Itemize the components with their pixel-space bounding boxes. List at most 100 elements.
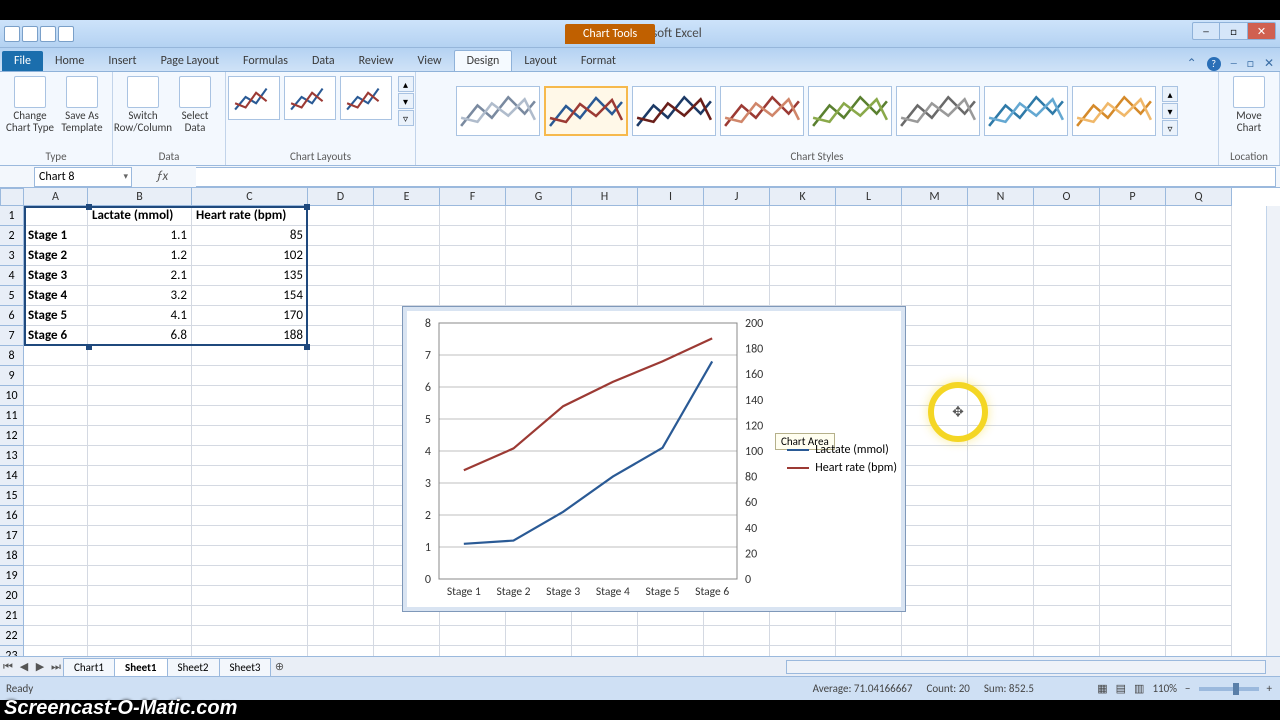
row-header-3[interactable]: 3 [0, 246, 24, 266]
cell-M8[interactable] [902, 346, 968, 366]
cell-Q4[interactable] [1166, 266, 1232, 286]
tab-design[interactable]: Design [454, 50, 513, 71]
cell-Q18[interactable] [1166, 546, 1232, 566]
cell-O11[interactable] [1034, 406, 1100, 426]
cell-J5[interactable] [704, 286, 770, 306]
cell-C4[interactable]: 135 [192, 266, 308, 286]
cell-H3[interactable] [572, 246, 638, 266]
worksheet-grid[interactable]: ABCDEFGHIJKLMNOPQ 1234567891011121314151… [0, 188, 1280, 676]
fx-icon[interactable]: ƒx [156, 169, 170, 184]
cell-N13[interactable] [968, 446, 1034, 466]
cell-P19[interactable] [1100, 566, 1166, 586]
row-header-14[interactable]: 14 [0, 466, 24, 486]
cell-C5[interactable]: 154 [192, 286, 308, 306]
select-data-button[interactable]: Select Data [171, 76, 219, 134]
workbook-minimize-icon[interactable]: ─ [1231, 57, 1237, 71]
sheet-nav-prev[interactable]: ◀ [16, 659, 32, 675]
cell-C20[interactable] [192, 586, 308, 606]
cell-Q17[interactable] [1166, 526, 1232, 546]
cell-K1[interactable] [770, 206, 836, 226]
cell-O16[interactable] [1034, 506, 1100, 526]
cell-N2[interactable] [968, 226, 1034, 246]
view-page-layout-icon[interactable]: ▤ [1116, 682, 1126, 695]
cell-N7[interactable] [968, 326, 1034, 346]
cell-P9[interactable] [1100, 366, 1166, 386]
cell-M5[interactable] [902, 286, 968, 306]
row-header-20[interactable]: 20 [0, 586, 24, 606]
cell-Q13[interactable] [1166, 446, 1232, 466]
cell-M13[interactable] [902, 446, 968, 466]
cell-B15[interactable] [88, 486, 192, 506]
tab-layout[interactable]: Layout [512, 51, 569, 71]
cell-P6[interactable] [1100, 306, 1166, 326]
cell-P3[interactable] [1100, 246, 1166, 266]
cell-B18[interactable] [88, 546, 192, 566]
cell-A8[interactable] [24, 346, 88, 366]
cell-D4[interactable] [308, 266, 374, 286]
select-all-corner[interactable] [0, 188, 24, 206]
switch-row-column-button[interactable]: Switch Row/Column [119, 76, 167, 134]
cell-L5[interactable] [836, 286, 902, 306]
cell-A4[interactable]: Stage 3 [24, 266, 88, 286]
cell-G22[interactable] [506, 626, 572, 646]
cell-A17[interactable] [24, 526, 88, 546]
tab-view[interactable]: View [406, 51, 454, 71]
tab-format[interactable]: Format [569, 51, 628, 71]
cell-D8[interactable] [308, 346, 374, 366]
tab-formulas[interactable]: Formulas [231, 51, 300, 71]
horizontal-scrollbar[interactable] [786, 660, 1266, 674]
column-header-B[interactable]: B [88, 188, 192, 206]
cell-K22[interactable] [770, 626, 836, 646]
cell-D13[interactable] [308, 446, 374, 466]
cell-O1[interactable] [1034, 206, 1100, 226]
cell-A22[interactable] [24, 626, 88, 646]
row-header-7[interactable]: 7 [0, 326, 24, 346]
row-header-2[interactable]: 2 [0, 226, 24, 246]
cell-H2[interactable] [572, 226, 638, 246]
cell-J2[interactable] [704, 226, 770, 246]
cell-P12[interactable] [1100, 426, 1166, 446]
column-header-H[interactable]: H [572, 188, 638, 206]
cell-D10[interactable] [308, 386, 374, 406]
cell-D7[interactable] [308, 326, 374, 346]
cell-Q7[interactable] [1166, 326, 1232, 346]
cell-N9[interactable] [968, 366, 1034, 386]
undo-icon[interactable] [40, 26, 56, 42]
cell-I1[interactable] [638, 206, 704, 226]
cell-B13[interactable] [88, 446, 192, 466]
cell-D17[interactable] [308, 526, 374, 546]
cell-P4[interactable] [1100, 266, 1166, 286]
column-header-L[interactable]: L [836, 188, 902, 206]
chart-style-thumb-2[interactable] [544, 86, 628, 136]
cell-C19[interactable] [192, 566, 308, 586]
cell-C21[interactable] [192, 606, 308, 626]
cell-F3[interactable] [440, 246, 506, 266]
cell-M7[interactable] [902, 326, 968, 346]
cell-K4[interactable] [770, 266, 836, 286]
cell-A12[interactable] [24, 426, 88, 446]
cell-P15[interactable] [1100, 486, 1166, 506]
column-header-C[interactable]: C [192, 188, 308, 206]
row-header-1[interactable]: 1 [0, 206, 24, 226]
cell-A11[interactable] [24, 406, 88, 426]
tab-data[interactable]: Data [300, 51, 347, 71]
cell-D15[interactable] [308, 486, 374, 506]
cell-C13[interactable] [192, 446, 308, 466]
column-header-O[interactable]: O [1034, 188, 1100, 206]
row-header-4[interactable]: 4 [0, 266, 24, 286]
cell-M18[interactable] [902, 546, 968, 566]
cell-A1[interactable] [24, 206, 88, 226]
cell-P1[interactable] [1100, 206, 1166, 226]
cell-C8[interactable] [192, 346, 308, 366]
cell-A2[interactable]: Stage 1 [24, 226, 88, 246]
cell-I5[interactable] [638, 286, 704, 306]
cell-O4[interactable] [1034, 266, 1100, 286]
column-header-A[interactable]: A [24, 188, 88, 206]
cell-Q9[interactable] [1166, 366, 1232, 386]
formula-input[interactable] [196, 167, 1276, 187]
cell-E1[interactable] [374, 206, 440, 226]
cell-Q20[interactable] [1166, 586, 1232, 606]
view-normal-icon[interactable]: ▦ [1097, 682, 1107, 695]
cell-N16[interactable] [968, 506, 1034, 526]
row-header-11[interactable]: 11 [0, 406, 24, 426]
